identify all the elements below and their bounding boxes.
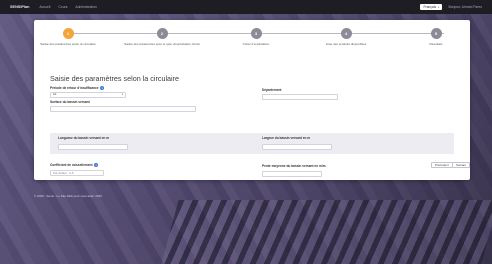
largeur-label-text: Largeur du bassin versant en m: [262, 136, 311, 140]
step-1-label: Saisie des paramètres selon la circulair…: [40, 42, 96, 46]
step-5-label: Résultats: [429, 42, 443, 46]
periode-label-text: Période de retour d'insuffisance: [50, 86, 99, 90]
step-2[interactable]: 2 Saisie des paramètres pour le type d'e…: [122, 28, 202, 46]
largeur-input[interactable]: [262, 144, 332, 150]
user-menu[interactable]: Bonjour, Ahmed Fares: [448, 5, 482, 9]
nav-link-accueil[interactable]: Accueil: [39, 5, 50, 9]
info-icon[interactable]: i: [94, 163, 99, 167]
nav-link-administration[interactable]: Administration: [75, 5, 96, 9]
pente-input[interactable]: [262, 171, 322, 177]
stepper: 1 Saisie des paramètres selon la circula…: [34, 28, 470, 58]
step-2-circle: 2: [156, 28, 168, 39]
step-4-circle: 4: [340, 28, 352, 39]
largeur-label: Largeur du bassin versant en m: [262, 136, 310, 140]
background-grate: [161, 200, 492, 264]
departement-label-text: Département: [262, 88, 282, 92]
step-3-label: Choix d'exploitation: [242, 42, 270, 46]
coefficient-label-text: Coefficient de ruissellement: [50, 163, 93, 167]
surface-label: Surface du bassin versant: [50, 100, 90, 104]
step-4[interactable]: 4 Liste des produits disponibles: [306, 28, 386, 46]
surface-label-text: Surface du bassin versant: [50, 100, 90, 104]
chevron-down-icon: ▾: [438, 5, 440, 9]
chevron-down-icon: ▾: [121, 93, 123, 97]
footer-text: © 2020 - Sensi - Le Site Web pour vous a…: [34, 194, 102, 198]
step-2-label: Saisie des paramètres pour le type d'exp…: [124, 42, 200, 46]
longueur-label: Longueur du bassin versant en m: [58, 136, 109, 140]
longueur-label-text: Longueur du bassin versant en m: [58, 136, 110, 140]
departement-input[interactable]: [262, 94, 338, 100]
step-4-label: Liste des produits disponibles: [325, 42, 367, 46]
language-select[interactable]: Français ▾: [420, 4, 443, 10]
language-value: Français: [423, 5, 437, 9]
step-5-circle: 5: [430, 28, 442, 39]
topbar-right: Français ▾ Bonjour, Ahmed Fares: [420, 4, 482, 10]
pente-label: Pente moyenne du bassin versant en m/m: [262, 164, 326, 168]
top-navbar: SENSIPlan Accueil Cours Administration F…: [0, 0, 492, 14]
pente-label-text: Pente moyenne du bassin versant en m/m: [262, 164, 326, 168]
periode-label: Période de retour d'insuffisance i: [50, 86, 105, 90]
periode-select[interactable]: 10 ▾: [50, 92, 126, 98]
brand-logo[interactable]: SENSIPlan: [10, 5, 29, 9]
departement-label: Département: [262, 88, 282, 92]
surface-input[interactable]: [50, 106, 196, 112]
nav-link-cours[interactable]: Cours: [58, 5, 67, 9]
form-card: 1 Saisie des paramètres selon la circula…: [34, 20, 470, 180]
step-3-circle: 3: [250, 28, 262, 39]
coefficient-label: Coefficient de ruissellement i: [50, 163, 99, 167]
step-1-circle: 1: [62, 28, 74, 39]
step-5[interactable]: 5 Résultats: [396, 28, 476, 46]
step-1[interactable]: 1 Saisie des paramètres selon la circula…: [28, 28, 108, 46]
previous-button[interactable]: Précédent: [431, 162, 453, 168]
periode-value: 10: [53, 92, 57, 97]
coefficient-input[interactable]: Par défaut : 0,5: [50, 170, 104, 176]
page-title: Saisie des paramètres selon la circulair…: [50, 74, 180, 83]
step-3[interactable]: 3 Choix d'exploitation: [216, 28, 296, 46]
longueur-input[interactable]: [58, 144, 128, 150]
info-icon[interactable]: i: [100, 86, 105, 90]
next-button[interactable]: Suivant: [452, 162, 471, 168]
